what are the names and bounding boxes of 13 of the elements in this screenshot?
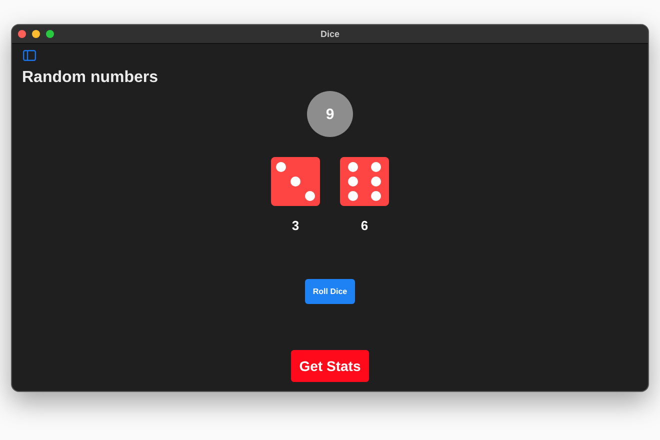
stats-button[interactable]: Get Stats [291,350,369,382]
close-icon[interactable] [18,30,26,38]
die-icon [340,157,389,206]
die-value: 6 [360,218,368,233]
window-title: Dice [320,29,340,39]
roll-button[interactable]: Roll Dice [304,279,356,304]
page-heading: Random numbers [22,69,158,87]
sidebar-toggle-icon[interactable] [23,50,36,61]
die-icon [271,157,320,206]
die-value: 3 [292,218,300,233]
zoom-icon[interactable] [46,30,54,38]
minimize-icon[interactable] [32,30,40,38]
total-circle: 9 [307,91,353,137]
